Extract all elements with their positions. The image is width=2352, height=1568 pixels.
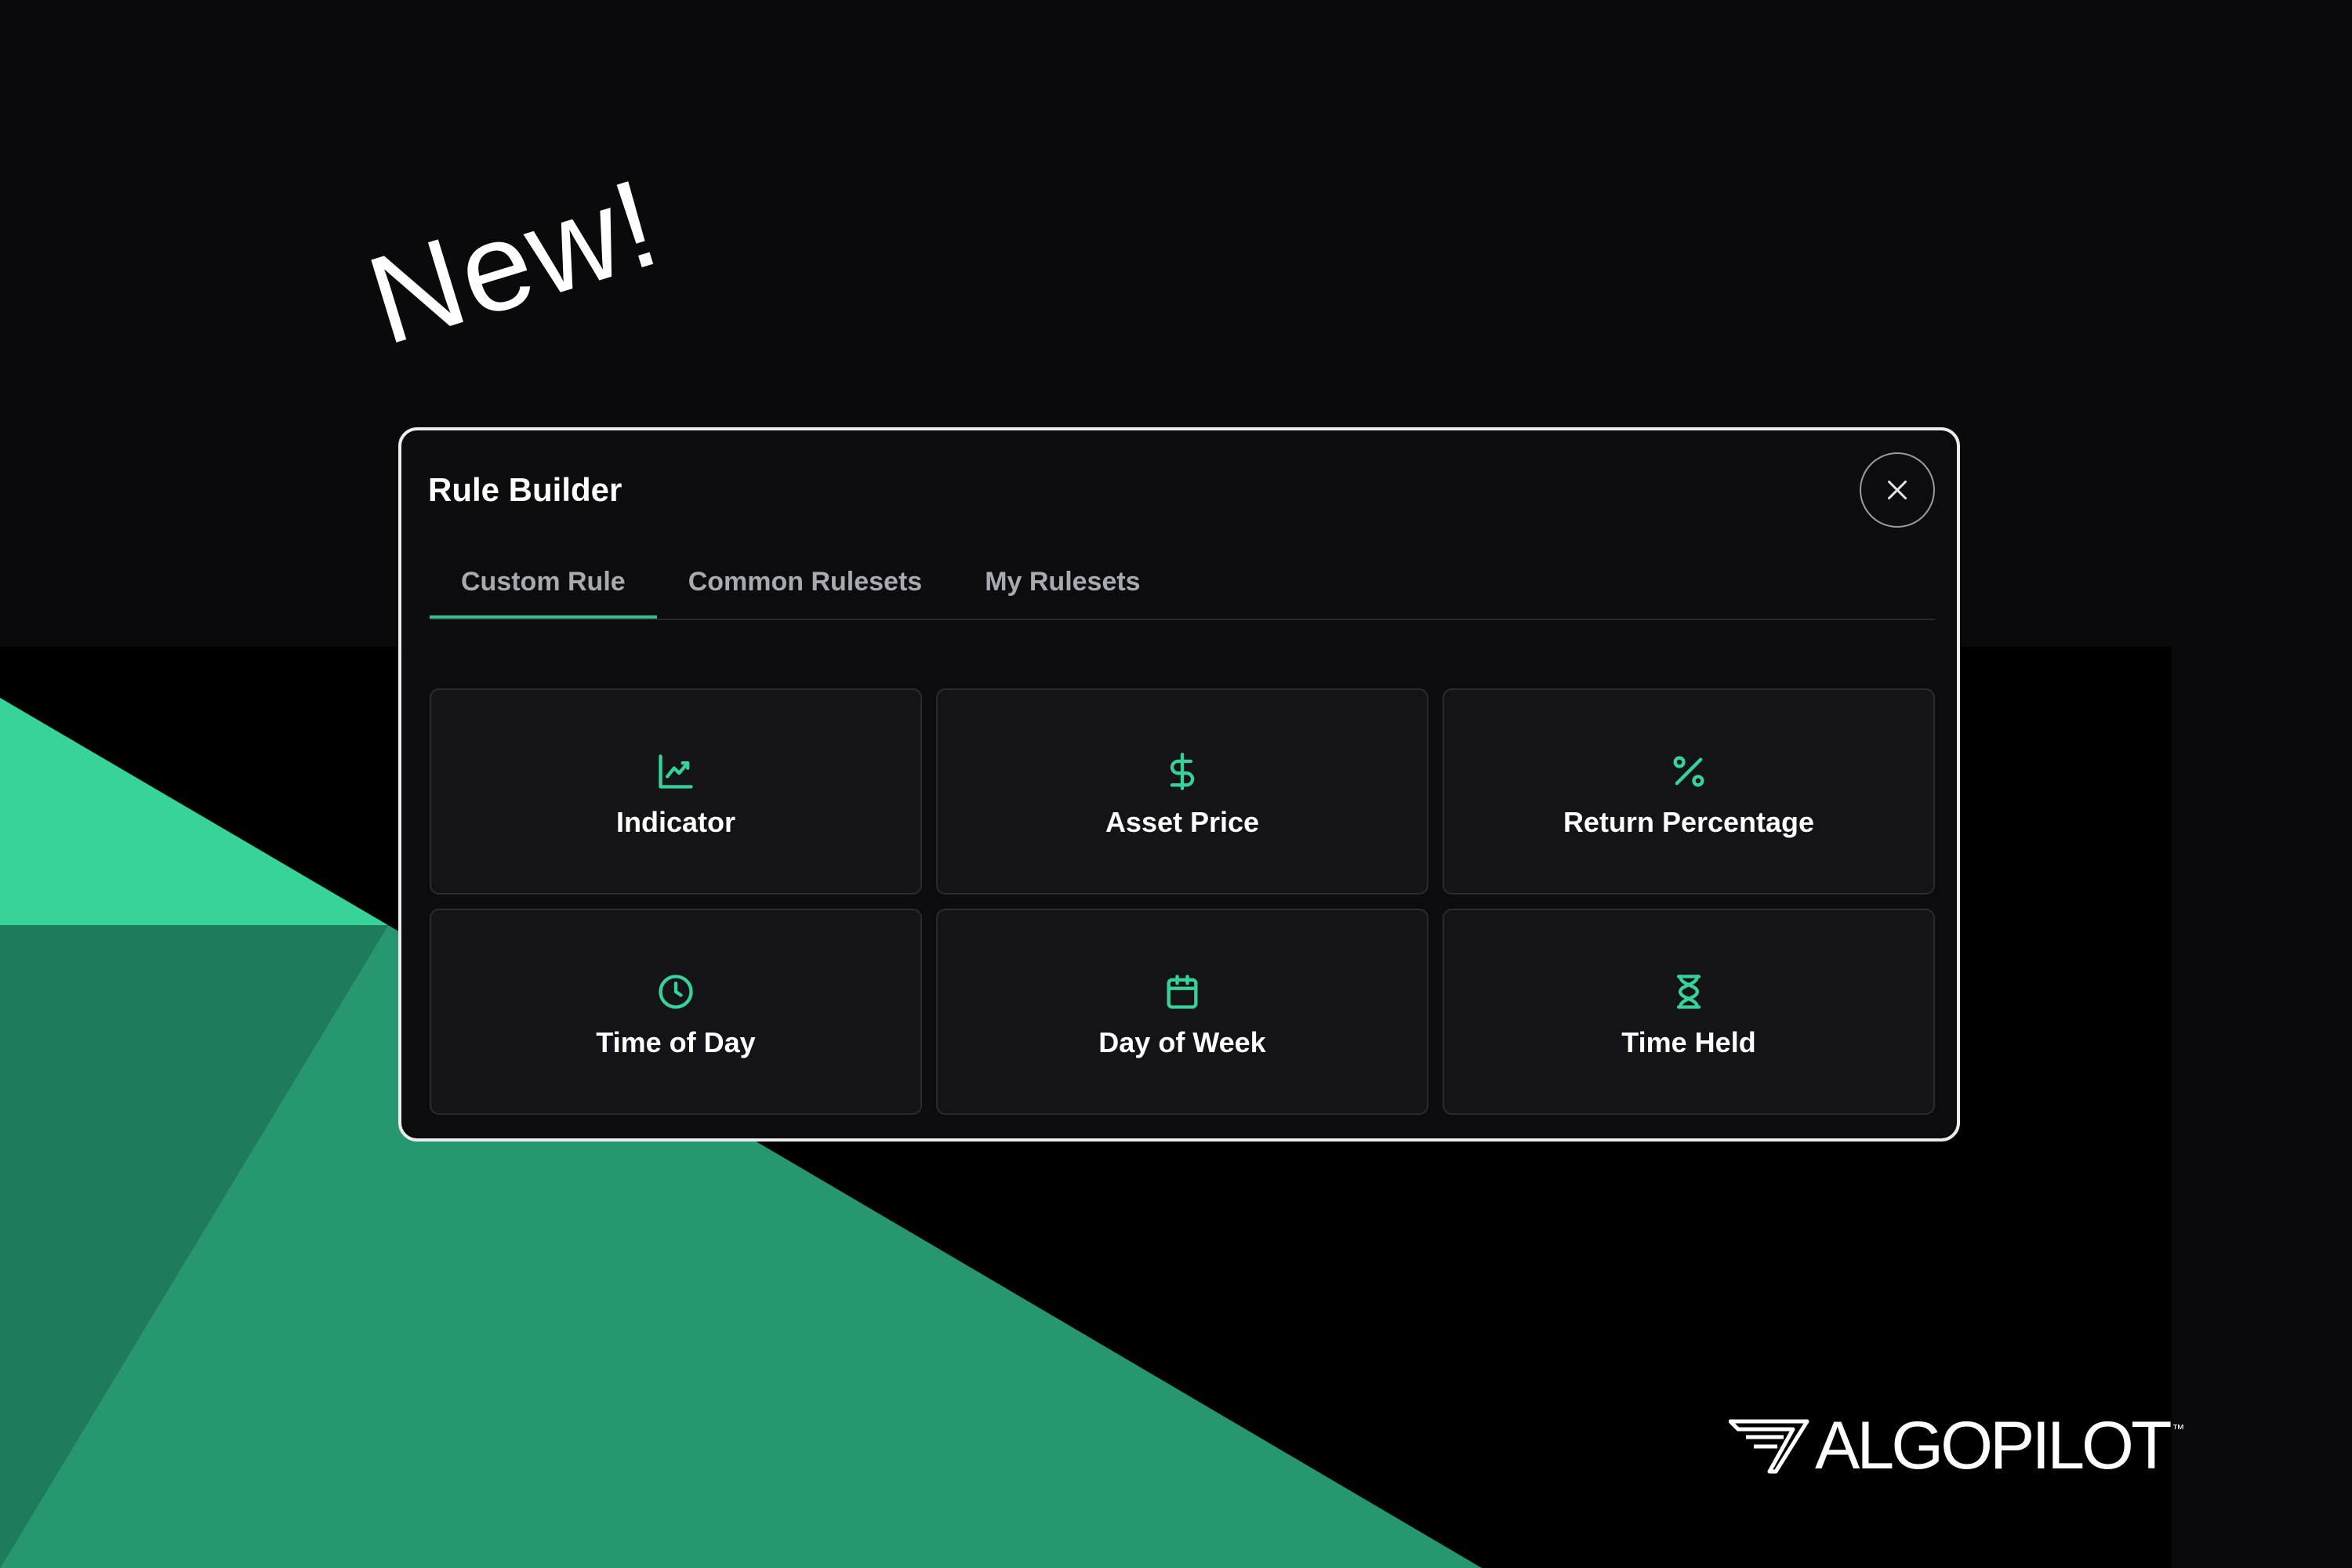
- option-day-of-week[interactable]: Day of Week: [936, 909, 1428, 1115]
- rule-builder-modal: Rule Builder Custom Rule Common Rulesets…: [398, 427, 1960, 1142]
- percent-icon: [1668, 751, 1709, 792]
- option-indicator[interactable]: Indicator: [430, 688, 922, 895]
- option-label: Day of Week: [1098, 1025, 1266, 1058]
- tab-custom-rule[interactable]: Custom Rule: [430, 562, 657, 619]
- wings-icon: [1729, 1419, 1809, 1473]
- option-time-of-day[interactable]: Time of Day: [430, 909, 922, 1115]
- option-asset-price[interactable]: Asset Price: [936, 688, 1428, 895]
- rule-options-grid: Indicator Asset Price Return Percentage: [430, 688, 1935, 1115]
- tab-common-rulesets[interactable]: Common Rulesets: [657, 562, 954, 619]
- tab-my-rulesets[interactable]: My Rulesets: [953, 562, 1171, 619]
- close-button[interactable]: [1860, 452, 1935, 528]
- hourglass-icon: [1668, 971, 1709, 1012]
- option-label: Indicator: [615, 805, 735, 838]
- modal-title: Rule Builder: [428, 471, 622, 508]
- option-label: Return Percentage: [1563, 805, 1815, 838]
- algopilot-logo: ALGOPILOT ™: [1729, 1407, 2185, 1485]
- dollar-icon: [1162, 751, 1203, 792]
- option-label: Time of Day: [596, 1025, 756, 1058]
- brand-name: ALGOPILOT: [1815, 1408, 2172, 1483]
- close-icon: [1888, 481, 1907, 499]
- option-label: Asset Price: [1105, 805, 1260, 838]
- rule-tabs: Custom Rule Common Rulesets My Rulesets: [430, 562, 1935, 620]
- chart-line-icon: [655, 751, 696, 792]
- option-time-held[interactable]: Time Held: [1443, 909, 1935, 1115]
- trademark: ™: [2172, 1423, 2185, 1436]
- option-return-percentage[interactable]: Return Percentage: [1443, 688, 1935, 895]
- calendar-icon: [1162, 971, 1203, 1012]
- clock-icon: [655, 971, 696, 1012]
- option-label: Time Held: [1621, 1025, 1756, 1058]
